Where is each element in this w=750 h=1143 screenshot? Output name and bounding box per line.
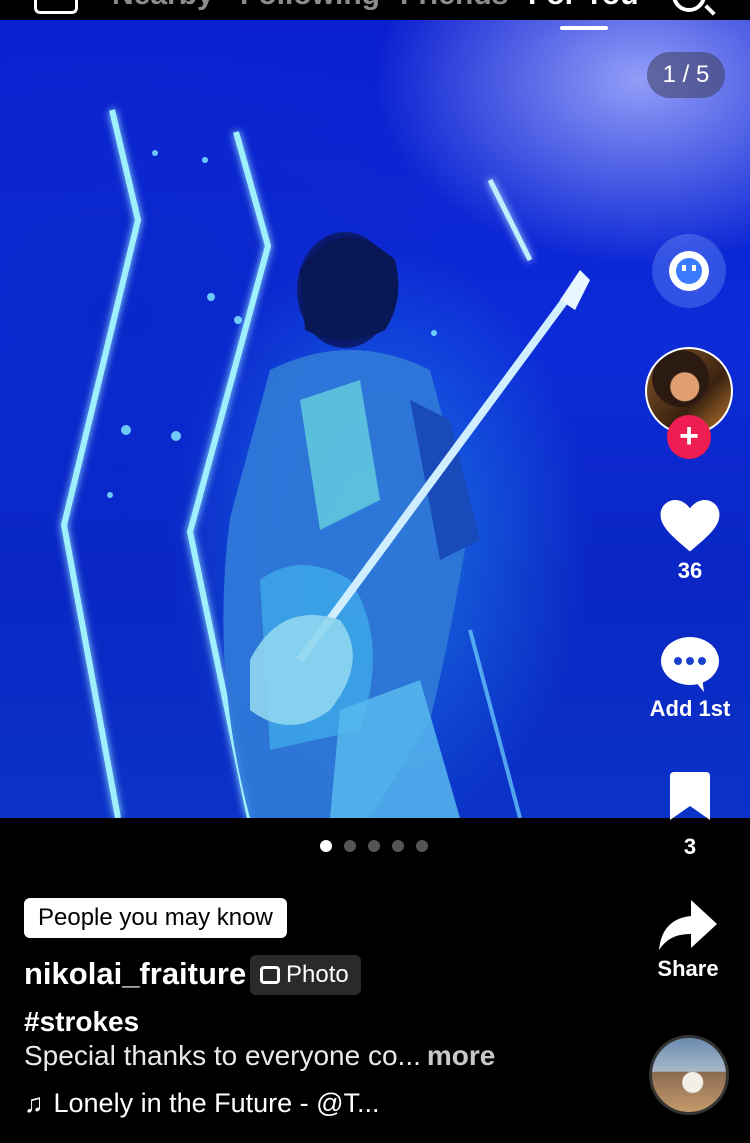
tab-for-you[interactable]: For You <box>528 0 639 12</box>
comment-button[interactable]: Add 1st <box>640 636 740 722</box>
assistant-icon <box>669 251 709 291</box>
page-dot-4[interactable] <box>392 840 404 852</box>
username[interactable]: nikolai_fraiture <box>24 956 246 992</box>
music-disc[interactable] <box>649 1035 729 1115</box>
assistant-button[interactable] <box>654 236 724 306</box>
top-nav: Nearby Following Friends For You <box>0 0 750 22</box>
people-you-may-know-badge[interactable]: People you may know <box>24 898 287 938</box>
photo-counter: 1 / 5 <box>647 52 725 98</box>
heart-icon <box>660 500 720 552</box>
music-info[interactable]: ♫ Lonely in the Future - @T... <box>24 1088 380 1119</box>
like-button[interactable]: 36 <box>655 500 725 584</box>
bookmark-button[interactable]: 3 <box>650 772 730 860</box>
photo-icon <box>260 966 280 984</box>
save-count: 3 <box>683 834 697 859</box>
page-dot-5[interactable] <box>416 840 428 852</box>
photo-type-badge: Photo <box>250 955 361 995</box>
post-photo[interactable] <box>0 20 750 818</box>
share-icon <box>659 900 717 950</box>
follow-plus-icon[interactable]: + <box>667 415 711 459</box>
tab-friends[interactable]: Friends <box>400 0 508 12</box>
tab-nearby[interactable]: Nearby <box>112 0 214 12</box>
comment-label: Add 1st <box>649 696 731 721</box>
concert-photo-art <box>60 109 590 818</box>
search-icon[interactable] <box>672 0 706 12</box>
active-tab-indicator <box>560 26 608 30</box>
share-button[interactable]: Share <box>648 900 728 982</box>
photo-type-label: Photo <box>286 961 349 988</box>
more-link[interactable]: more <box>427 1040 495 1071</box>
share-label: Share <box>657 956 719 981</box>
like-count: 36 <box>677 558 703 583</box>
comment-icon <box>661 637 719 692</box>
live-icon[interactable] <box>34 0 78 14</box>
page-dot-3[interactable] <box>368 840 380 852</box>
music-title: Lonely in the Future - @T... <box>53 1088 380 1118</box>
hashtag[interactable]: #strokes <box>24 1006 139 1038</box>
music-note-icon: ♫ <box>24 1088 44 1118</box>
bookmark-icon <box>670 772 710 820</box>
caption-text: Special thanks to everyone co... <box>24 1040 421 1071</box>
page-dot-2[interactable] <box>344 840 356 852</box>
caption: Special thanks to everyone co... more <box>24 1040 495 1072</box>
page-dot-1[interactable] <box>320 840 332 852</box>
tab-following[interactable]: Following <box>240 0 380 12</box>
